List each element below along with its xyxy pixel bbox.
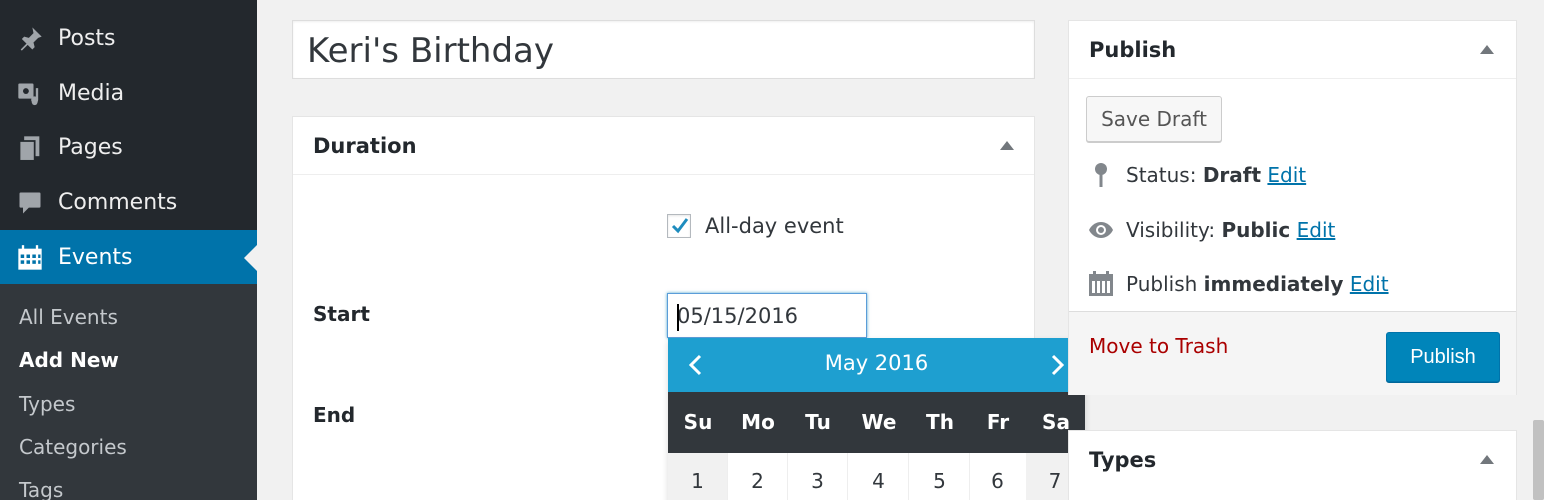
submenu-add-new[interactable]: Add New — [19, 348, 119, 372]
menu-item-comments[interactable]: Comments — [0, 175, 257, 230]
day-cell[interactable]: 3 — [788, 453, 848, 500]
day-cell[interactable]: 2 — [728, 453, 788, 500]
datepicker-header: May 2016 — [668, 338, 1085, 392]
start-date-value: 05/15/2016 — [677, 304, 799, 328]
chevron-right-icon[interactable] — [1043, 351, 1071, 379]
all-day-label[interactable]: All-day event — [705, 214, 844, 238]
datepicker-days: 1 2 3 4 5 6 7 — [668, 453, 1085, 500]
post-title-input[interactable]: Keri's Birthday — [292, 20, 1035, 79]
eye-icon — [1089, 222, 1113, 238]
visibility-row: Visibility: Public Edit — [1126, 218, 1336, 242]
edit-publish-time-link[interactable]: Edit — [1350, 272, 1389, 296]
day-cell[interactable]: 1 — [668, 453, 728, 500]
weekday-label: Su — [683, 410, 713, 434]
weekday-label: Fr — [986, 410, 1010, 434]
day-cell[interactable]: 6 — [968, 453, 1028, 500]
duration-header[interactable]: Duration — [293, 117, 1034, 175]
types-metabox: Types — [1068, 430, 1517, 500]
visibility-value: Public — [1221, 218, 1291, 242]
collapse-arrow-icon[interactable] — [1480, 455, 1494, 464]
menu-item-media[interactable]: Media — [0, 66, 257, 121]
events-submenu: All Events Add New Types Categories Tags — [0, 284, 257, 500]
datepicker-weekdays: Su Mo Tu We Th Fr Sa — [668, 392, 1085, 453]
calendar-icon — [1089, 271, 1113, 296]
move-to-trash-link[interactable]: Move to Trash — [1089, 334, 1228, 358]
pages-icon — [15, 133, 45, 163]
save-draft-button[interactable]: Save Draft — [1086, 96, 1222, 142]
pin-icon — [1095, 163, 1107, 187]
admin-sidebar: Posts Media Pages Comments Events All Ev… — [0, 0, 257, 500]
datepicker-month-year: May 2016 — [824, 351, 929, 375]
calendar-icon — [15, 243, 45, 273]
submenu-categories[interactable]: Categories — [19, 435, 127, 459]
collapse-arrow-icon[interactable] — [1000, 141, 1014, 150]
status-row: Status: Draft Edit — [1126, 163, 1307, 187]
collapse-arrow-icon[interactable] — [1480, 45, 1494, 54]
comment-icon — [15, 188, 45, 218]
weekday-label: We — [861, 410, 897, 434]
day-cell[interactable]: 4 — [849, 453, 909, 500]
publish-heading: Publish — [1089, 38, 1177, 62]
duration-heading: Duration — [313, 134, 417, 158]
status-value: Draft — [1202, 163, 1262, 187]
checkmark-icon — [671, 218, 689, 234]
types-heading: Types — [1089, 448, 1157, 472]
datepicker-popup: May 2016 Su Mo Tu We Th Fr Sa 1 2 3 4 5 … — [668, 338, 1085, 500]
day-cell[interactable]: 5 — [910, 453, 970, 500]
publish-metabox: Publish Save Draft Status: Draft Edit Vi… — [1068, 20, 1517, 395]
submenu-all-events[interactable]: All Events — [19, 305, 118, 329]
edit-visibility-link[interactable]: Edit — [1297, 218, 1336, 242]
page-scrollbar[interactable] — [1533, 420, 1544, 500]
media-icon — [15, 79, 45, 109]
publish-time-row: Publish immediately Edit — [1126, 272, 1389, 296]
publish-button[interactable]: Publish — [1386, 332, 1500, 382]
all-day-checkbox[interactable] — [667, 214, 691, 238]
pushpin-icon — [15, 24, 45, 54]
publish-header[interactable]: Publish — [1069, 21, 1516, 79]
publish-actions: Move to Trash Publish — [1069, 311, 1516, 395]
weekday-label: Th — [926, 410, 954, 434]
edit-status-link[interactable]: Edit — [1267, 163, 1306, 187]
end-label: End — [313, 403, 356, 427]
menu-item-pages[interactable]: Pages — [0, 120, 257, 175]
publish-time-value: immediately — [1203, 272, 1344, 296]
submenu-types[interactable]: Types — [19, 392, 75, 416]
text-caret — [677, 304, 679, 331]
start-label: Start — [313, 302, 370, 326]
menu-item-events[interactable]: Events — [0, 230, 257, 285]
weekday-label: Mo — [741, 410, 775, 434]
menu-item-posts[interactable]: Posts — [0, 11, 257, 66]
weekday-label: Tu — [805, 410, 831, 434]
submenu-tags[interactable]: Tags — [19, 478, 63, 500]
post-title-value: Keri's Birthday — [307, 31, 554, 71]
start-date-input[interactable]: 05/15/2016 — [667, 293, 867, 338]
